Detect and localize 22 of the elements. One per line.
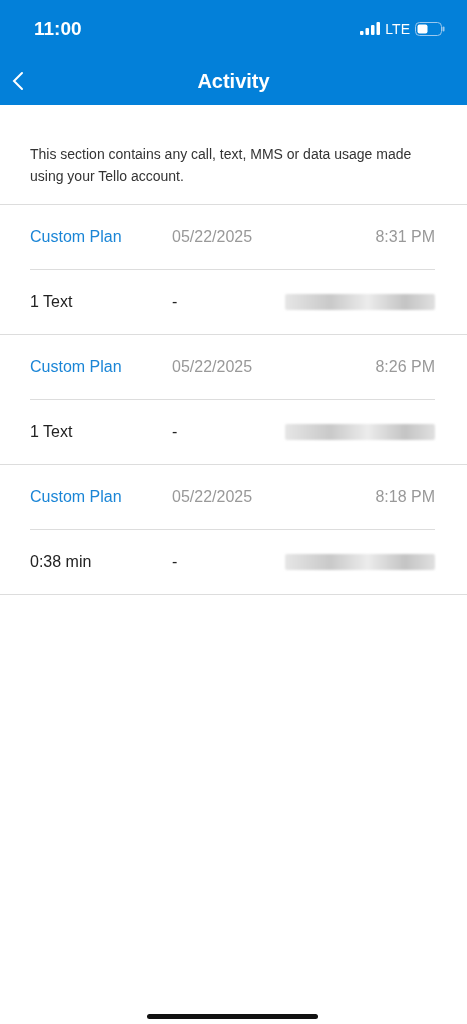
- plan-name: Custom Plan: [30, 488, 123, 506]
- network-label: LTE: [385, 20, 410, 37]
- activity-time: 8:26 PM: [375, 358, 435, 376]
- section-description: This section contains any call, text, MMS or data usage made using your Tello account.: [0, 105, 467, 205]
- plan-name: Custom Plan: [30, 228, 123, 246]
- usage-amount: 0:38 min: [30, 553, 93, 571]
- activity-date: 05/22/2025: [172, 488, 254, 506]
- dash-text: -: [172, 553, 178, 570]
- plan-name: Custom Plan: [30, 358, 123, 376]
- status-time: 11:00: [34, 17, 82, 40]
- usage-amount: 1 Text: [30, 423, 74, 441]
- dash-text: -: [172, 293, 178, 310]
- activity-time: 8:18 PM: [375, 488, 435, 506]
- battery-icon: [415, 21, 445, 36]
- page-title: Activity: [197, 69, 270, 93]
- usage-amount: 1 Text: [30, 293, 74, 311]
- dash-text: -: [172, 423, 178, 440]
- signal-icon: [360, 22, 381, 35]
- activity-date: 05/22/2025: [172, 228, 254, 246]
- activity-time: 8:31 PM: [375, 228, 435, 246]
- back-icon[interactable]: [12, 71, 24, 91]
- activity-date: 05/22/2025: [172, 358, 254, 376]
